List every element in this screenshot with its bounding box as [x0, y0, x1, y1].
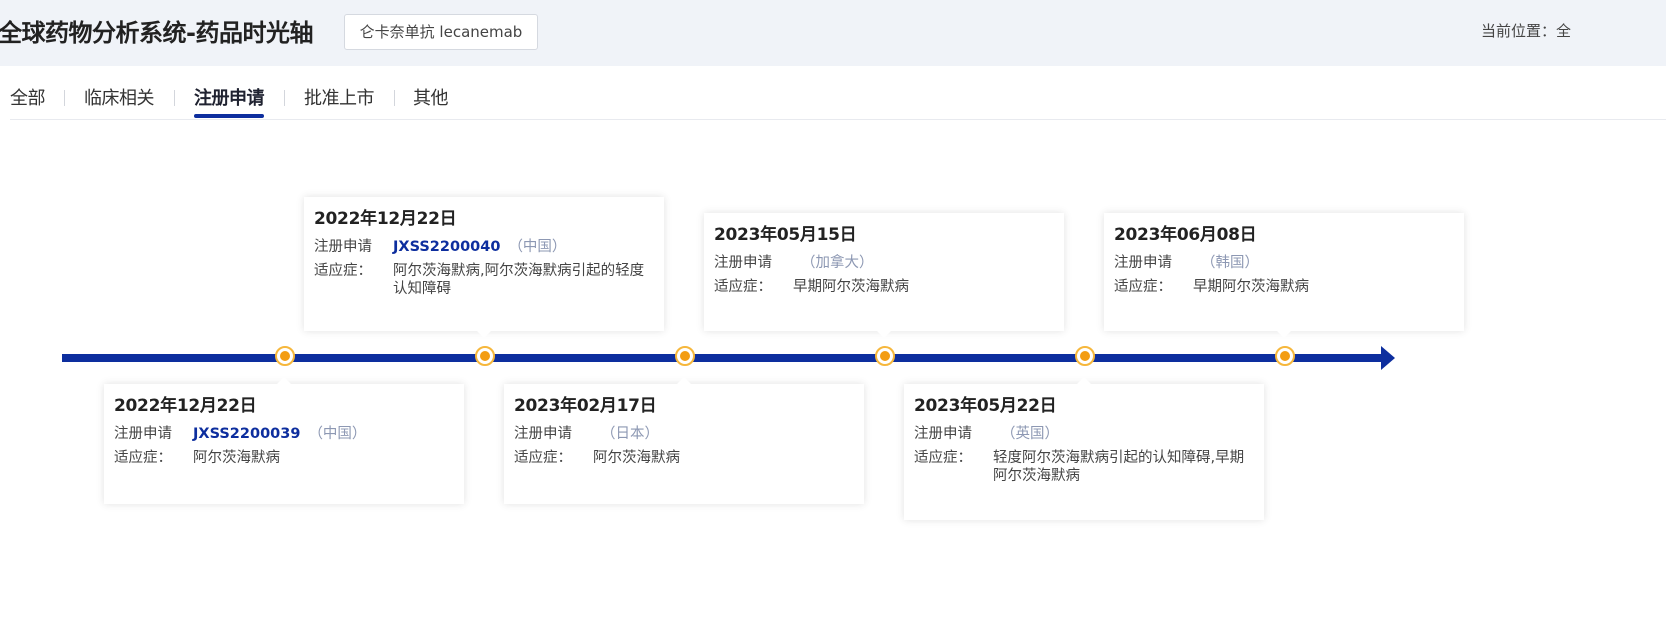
tab-clinical[interactable]: 临床相关 [84, 84, 155, 110]
indication-row: 适应症： 阿尔茨海默病,阿尔茨海默病引起的轻度认知障碍 [314, 262, 654, 298]
event-date: 2023年02月17日 [514, 396, 657, 416]
event-date: 2023年05月15日 [714, 225, 857, 245]
event-type-row: 注册申请 （英国） [914, 425, 1254, 443]
event-date: 2022年12月22日 [114, 396, 257, 416]
tab-divider [394, 90, 395, 106]
region-text: （中国） [508, 239, 567, 255]
region-text: （韩国） [1201, 255, 1259, 271]
type-label: 注册申请 [114, 426, 172, 442]
indication-label: 适应症： [1114, 279, 1172, 295]
type-label: 注册申请 [514, 426, 572, 442]
tab-divider [284, 90, 285, 106]
timeline-node[interactable] [1275, 346, 1295, 366]
event-card[interactable]: 2022年12月22日 注册申请 JXSS2200040 （中国） 适应症： 阿尔… [304, 197, 664, 338]
event-type-row: 注册申请 （韩国） [1114, 254, 1454, 272]
indication-row: 适应症： 阿尔茨海默病 [114, 449, 454, 467]
timeline-arrow-icon [1381, 346, 1395, 370]
region-text: （英国） [1001, 426, 1059, 442]
event-date: 2022年12月22日 [314, 209, 457, 229]
event-type-row: 注册申请 JXSS2200040 （中国） [314, 238, 654, 256]
page-title: 全球药物分析系统-药品时光轴 [0, 19, 313, 47]
type-label: 注册申请 [714, 255, 772, 271]
tab-other[interactable]: 其他 [413, 84, 449, 110]
tab-registration[interactable]: 注册申请 [194, 84, 265, 118]
tab-divider [174, 90, 175, 106]
event-card[interactable]: 2023年06月08日 注册申请 （韩国） 适应症： 早期阿尔茨海默病 [1104, 213, 1464, 338]
tab-approval[interactable]: 批准上市 [304, 84, 375, 110]
page-header: 全球药物分析系统-药品时光轴 仑卡奈单抗 lecanemab 当前位置：全 [0, 0, 1666, 66]
event-card[interactable]: 2023年05月15日 注册申请 （加拿大） 适应症： 早期阿尔茨海默病 [704, 213, 1064, 338]
timeline-node[interactable] [475, 346, 495, 366]
region-text: （中国） [308, 426, 367, 442]
event-date: 2023年05月22日 [914, 396, 1057, 416]
indication-row: 适应症： 阿尔茨海默病 [514, 449, 854, 467]
type-label: 注册申请 [1114, 255, 1172, 271]
indication-label: 适应症： [914, 450, 972, 466]
tab-divider [64, 90, 65, 106]
event-type-row: 注册申请 （日本） [514, 425, 854, 443]
indication-row: 适应症： 早期阿尔茨海默病 [1114, 278, 1454, 296]
drug-name-tag[interactable]: 仑卡奈单抗 lecanemab [344, 14, 538, 50]
indication-text: 早期阿尔茨海默病 [793, 279, 909, 295]
indication-text: 阿尔茨海默病 [193, 450, 280, 466]
indication-label: 适应症： [114, 450, 172, 466]
event-card[interactable]: 2023年02月17日 注册申请 （日本） 适应症： 阿尔茨海默病 [504, 377, 864, 504]
region-text: （加拿大） [801, 255, 874, 271]
event-type-row: 注册申请 JXSS2200039 （中国） [114, 425, 454, 443]
timeline-node[interactable] [875, 346, 895, 366]
application-code-link[interactable]: JXSS2200040 [393, 239, 500, 255]
indication-row: 适应症： 早期阿尔茨海默病 [714, 278, 1054, 296]
category-tabs: 全部 临床相关 注册申请 批准上市 其他 [10, 84, 1666, 120]
type-label: 注册申请 [314, 239, 372, 255]
event-type-row: 注册申请 （加拿大） [714, 254, 1054, 272]
indication-row: 适应症： 轻度阿尔茨海默病引起的认知障碍,早期阿尔茨海默病 [914, 449, 1254, 485]
timeline-node[interactable] [275, 346, 295, 366]
application-code-link[interactable]: JXSS2200039 [193, 426, 300, 442]
region-text: （日本） [601, 426, 659, 442]
event-card[interactable]: 2022年12月22日 注册申请 JXSS2200039 （中国） 适应症： 阿尔… [104, 377, 464, 504]
indication-text: 阿尔茨海默病 [593, 450, 680, 466]
tab-all[interactable]: 全部 [10, 84, 46, 110]
timeline-node[interactable] [1075, 346, 1095, 366]
event-date: 2023年06月08日 [1114, 225, 1257, 245]
indication-text: 阿尔茨海默病,阿尔茨海默病引起的轻度认知障碍 [393, 263, 645, 297]
indication-label: 适应症： [714, 279, 772, 295]
indication-label: 适应症： [314, 263, 372, 279]
indication-text: 早期阿尔茨海默病 [1193, 279, 1309, 295]
indication-text: 轻度阿尔茨海默病引起的认知障碍,早期阿尔茨海默病 [993, 450, 1245, 484]
event-card[interactable]: 2023年05月22日 注册申请 （英国） 适应症： 轻度阿尔茨海默病引起的认知… [904, 377, 1264, 520]
timeline-axis [62, 354, 1384, 362]
timeline-node[interactable] [675, 346, 695, 366]
type-label: 注册申请 [914, 426, 972, 442]
breadcrumb-location: 当前位置：全 [1481, 22, 1572, 40]
indication-label: 适应症： [514, 450, 572, 466]
